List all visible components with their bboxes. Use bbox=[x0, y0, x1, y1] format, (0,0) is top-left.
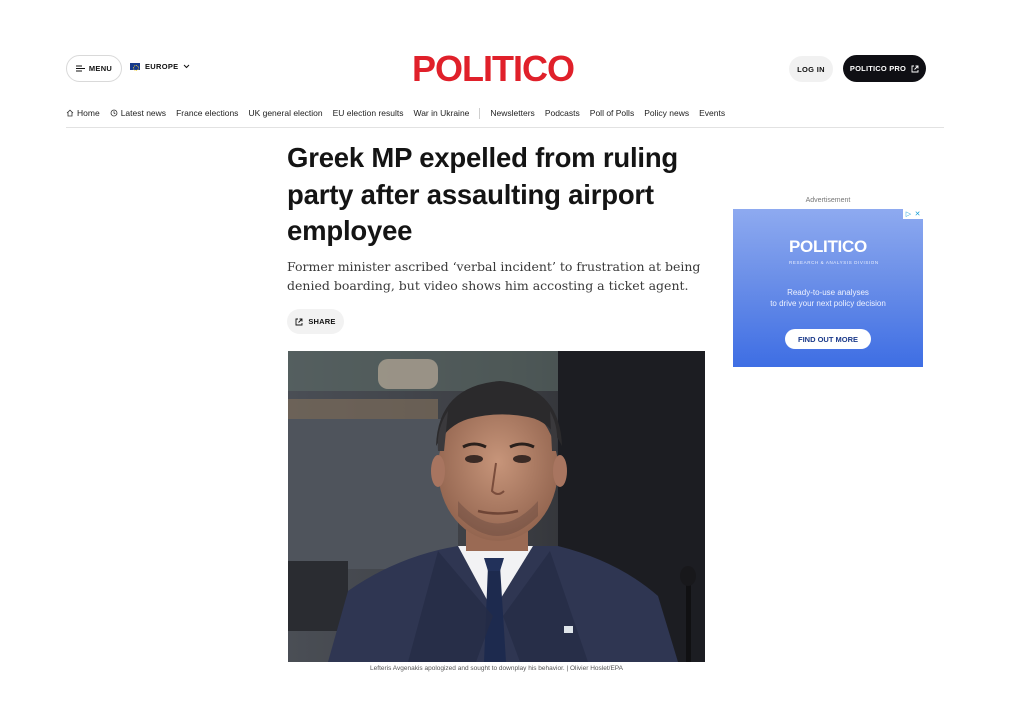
clock-icon bbox=[110, 109, 118, 117]
ad-text-line: to drive your next policy decision bbox=[770, 299, 886, 308]
advertisement-banner[interactable]: ▷ ✕ POLITICO RESEARCH & ANALYSIS DIVISION… bbox=[733, 209, 923, 367]
politico-pro-button[interactable]: POLITICO PRO bbox=[843, 55, 926, 82]
region-label: EUROPE bbox=[145, 62, 179, 71]
nav-label: UK general election bbox=[248, 108, 323, 118]
adchoices-icon[interactable]: ▷ ✕ bbox=[903, 209, 923, 219]
nav-label: Podcasts bbox=[544, 108, 580, 118]
nav-item-newsletters[interactable]: Newsletters bbox=[490, 108, 534, 118]
main-nav: Home Latest news France elections UK gen… bbox=[66, 107, 735, 119]
article-headline: Greek MP expelled from ruling party afte… bbox=[287, 142, 679, 246]
menu-button[interactable]: MENU bbox=[66, 55, 122, 82]
nav-divider-line bbox=[66, 127, 944, 128]
nav-label: Events bbox=[699, 108, 726, 118]
nav-item-eu-election-results[interactable]: EU election results bbox=[333, 108, 404, 118]
menu-icon bbox=[75, 65, 85, 72]
politico-logo[interactable]: POLITICO bbox=[412, 49, 575, 89]
ad-logo: POLITICO bbox=[789, 237, 867, 256]
nav-item-podcasts[interactable]: Podcasts bbox=[545, 108, 580, 118]
nav-item-latest-news[interactable]: Latest news bbox=[110, 108, 166, 118]
nav-item-home[interactable]: Home bbox=[66, 108, 100, 118]
login-button[interactable]: LOG IN bbox=[789, 56, 833, 82]
portrait-photo bbox=[288, 351, 705, 662]
photo-caption: Lefteris Avgenakis apologized and sought… bbox=[370, 665, 623, 672]
nav-item-war-in-ukraine[interactable]: War in Ukraine bbox=[414, 108, 470, 118]
politico-pro-label: POLITICO PRO bbox=[849, 64, 907, 73]
nav-label: War in Ukraine bbox=[413, 108, 470, 118]
nav-divider bbox=[479, 107, 481, 119]
nav-label: Latest news bbox=[120, 108, 167, 118]
chevron-down-icon bbox=[184, 64, 190, 69]
menu-label: MENU bbox=[88, 64, 113, 73]
nav-label: Policy news bbox=[644, 108, 690, 118]
ad-text-line: Ready-to-use analyses bbox=[787, 288, 869, 297]
nav-item-events[interactable]: Events bbox=[699, 108, 725, 118]
nav-item-france-elections[interactable]: France elections bbox=[176, 108, 238, 118]
share-icon bbox=[295, 318, 303, 325]
share-button[interactable]: SHARE bbox=[287, 309, 344, 334]
nav-label: EU election results bbox=[332, 108, 404, 118]
find-out-more-button[interactable]: FIND OUT MORE bbox=[785, 329, 871, 349]
share-label: SHARE bbox=[308, 317, 336, 326]
article-photo bbox=[288, 351, 705, 662]
external-link-icon bbox=[911, 65, 919, 72]
home-icon bbox=[66, 109, 74, 117]
region-selector[interactable]: EUROPE bbox=[130, 62, 190, 71]
advertisement-label: Advertisement bbox=[805, 197, 851, 204]
nav-item-uk-general-election[interactable]: UK general election bbox=[248, 108, 322, 118]
ad-subtitle: RESEARCH & ANALYSIS DIVISION bbox=[789, 260, 879, 265]
nav-label: Newsletters bbox=[490, 108, 535, 118]
article-dek: Former minister ascribed ‘verbal inciden… bbox=[287, 259, 701, 293]
nav-item-poll-of-polls[interactable]: Poll of Polls bbox=[590, 108, 634, 118]
ad-text: Ready-to-use analyses to drive your next… bbox=[743, 287, 913, 309]
eu-flag-icon bbox=[130, 63, 140, 71]
nav-item-policy-news[interactable]: Policy news bbox=[644, 108, 689, 118]
nav-label: Home bbox=[77, 108, 100, 118]
nav-label: Poll of Polls bbox=[589, 108, 635, 118]
nav-label: France elections bbox=[176, 108, 239, 118]
